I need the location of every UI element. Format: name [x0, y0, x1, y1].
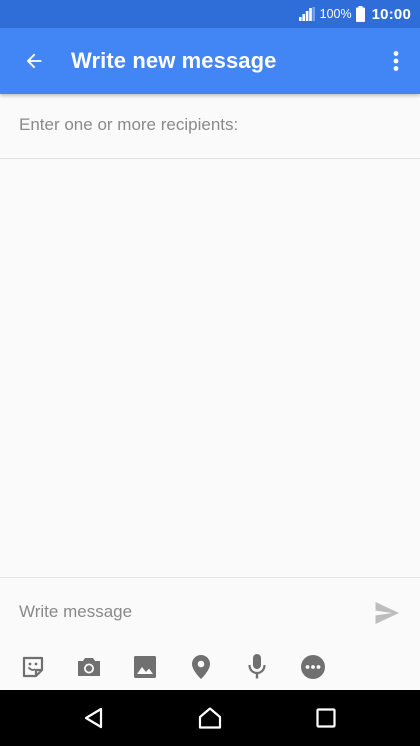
recents-icon	[316, 708, 336, 728]
recipients-bar	[0, 94, 420, 159]
app-bar: Write new message	[0, 28, 420, 94]
nav-recents-button[interactable]	[306, 698, 346, 738]
navigation-bar	[0, 690, 420, 746]
battery-percent: 100%	[319, 7, 352, 21]
more-options-button[interactable]	[296, 650, 330, 684]
compose-bar	[0, 577, 420, 690]
send-button[interactable]	[372, 598, 402, 628]
sticker-button[interactable]	[16, 650, 50, 684]
overflow-menu-button[interactable]	[382, 41, 410, 81]
send-icon	[375, 602, 399, 624]
camera-button[interactable]	[72, 650, 106, 684]
clock: 10:00	[371, 5, 411, 23]
arrow-back-icon	[26, 53, 42, 69]
page-title: Write new message	[71, 48, 277, 73]
back-triangle-icon	[84, 707, 103, 729]
back-button[interactable]	[14, 41, 54, 81]
location-icon	[192, 655, 210, 679]
attachment-toolbar	[0, 650, 420, 684]
more-vert-icon	[393, 51, 399, 71]
sticker-icon	[22, 656, 44, 678]
camera-icon	[78, 658, 100, 676]
voice-button[interactable]	[240, 650, 274, 684]
microphone-icon	[248, 654, 266, 679]
nav-home-button[interactable]	[190, 698, 230, 738]
signal-icon	[298, 7, 315, 21]
status-bar: 100% 10:00	[0, 0, 420, 28]
conversation-area	[0, 159, 420, 577]
battery-icon	[355, 6, 365, 22]
screen: 100% 10:00 Write new message	[0, 0, 420, 746]
gallery-button[interactable]	[128, 650, 162, 684]
recipients-input[interactable]	[19, 110, 399, 140]
nav-back-button[interactable]	[74, 698, 114, 738]
image-icon	[134, 656, 156, 678]
message-input[interactable]	[19, 598, 349, 626]
more-options-icon	[301, 655, 325, 679]
home-icon	[198, 707, 222, 729]
location-button[interactable]	[184, 650, 218, 684]
